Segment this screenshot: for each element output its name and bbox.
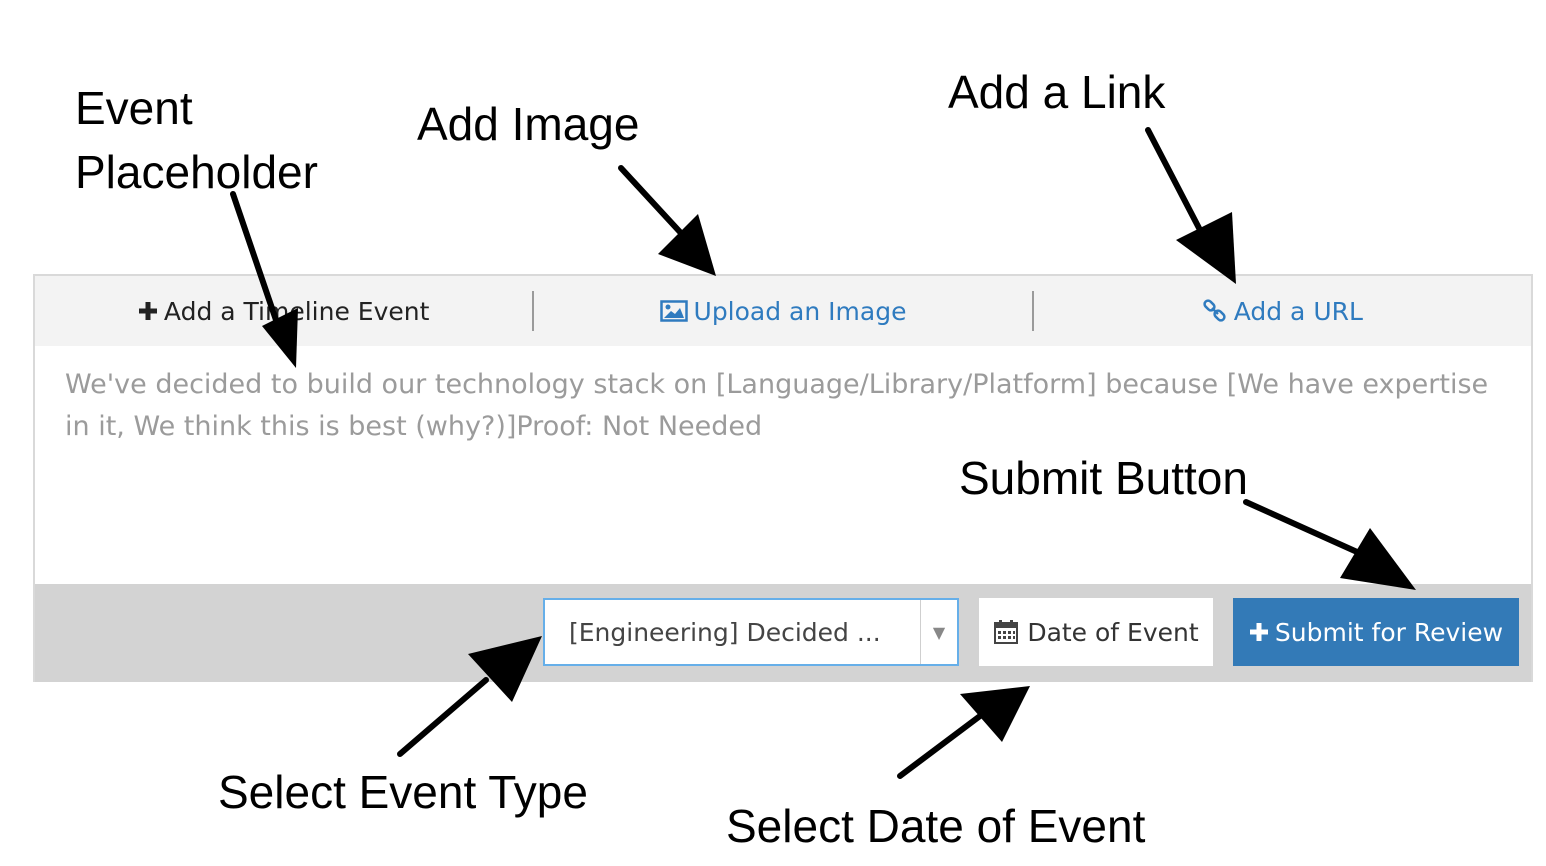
calendar-icon	[993, 619, 1019, 645]
event-type-select[interactable]: [Engineering] Decided ... ▼	[543, 598, 959, 666]
callout-add-link: Add a Link	[948, 66, 1166, 118]
callout-event-line2: Placeholder	[75, 146, 318, 198]
tab-add-url[interactable]: Add a URL	[1034, 276, 1531, 346]
arrow-select-date	[897, 686, 1030, 779]
plus-icon	[138, 301, 158, 321]
arrow-add-link	[1145, 127, 1236, 284]
chevron-down-icon[interactable]: ▼	[920, 600, 957, 664]
callout-select-event-type: Select Event Type	[218, 766, 588, 818]
event-type-value: [Engineering] Decided ...	[569, 617, 881, 647]
event-editor: Add a Timeline Event Upload an Image Add…	[33, 274, 1533, 682]
editor-tabs: Add a Timeline Event Upload an Image Add…	[35, 276, 1531, 346]
editor-footer: [Engineering] Decided ... ▼ Date of Even…	[35, 584, 1531, 682]
image-icon	[659, 300, 688, 322]
submit-for-review-button[interactable]: Submit for Review	[1233, 598, 1519, 666]
callout-select-date: Select Date of Event	[726, 800, 1146, 852]
date-of-event-label: Date of Event	[1027, 617, 1199, 647]
callout-submit-button: Submit Button	[959, 452, 1248, 504]
callout-event-placeholder: Event Placeholder	[75, 76, 318, 204]
submit-for-review-label: Submit for Review	[1274, 617, 1504, 647]
link-icon	[1202, 298, 1228, 324]
tab-add-timeline-event-label: Add a Timeline Event	[163, 296, 430, 326]
date-of-event-button[interactable]: Date of Event	[979, 598, 1213, 666]
tab-upload-image-label: Upload an Image	[693, 296, 907, 326]
callout-add-image: Add Image	[417, 98, 640, 150]
tab-upload-image[interactable]: Upload an Image	[534, 276, 1031, 346]
plus-icon	[1249, 622, 1269, 642]
tab-add-timeline-event[interactable]: Add a Timeline Event	[35, 276, 532, 346]
callout-event-line1: Event	[75, 82, 193, 134]
arrow-add-image	[618, 165, 716, 276]
tab-add-url-label: Add a URL	[1233, 296, 1363, 326]
event-description-input[interactable]: We've decided to build our technology st…	[65, 364, 1505, 448]
